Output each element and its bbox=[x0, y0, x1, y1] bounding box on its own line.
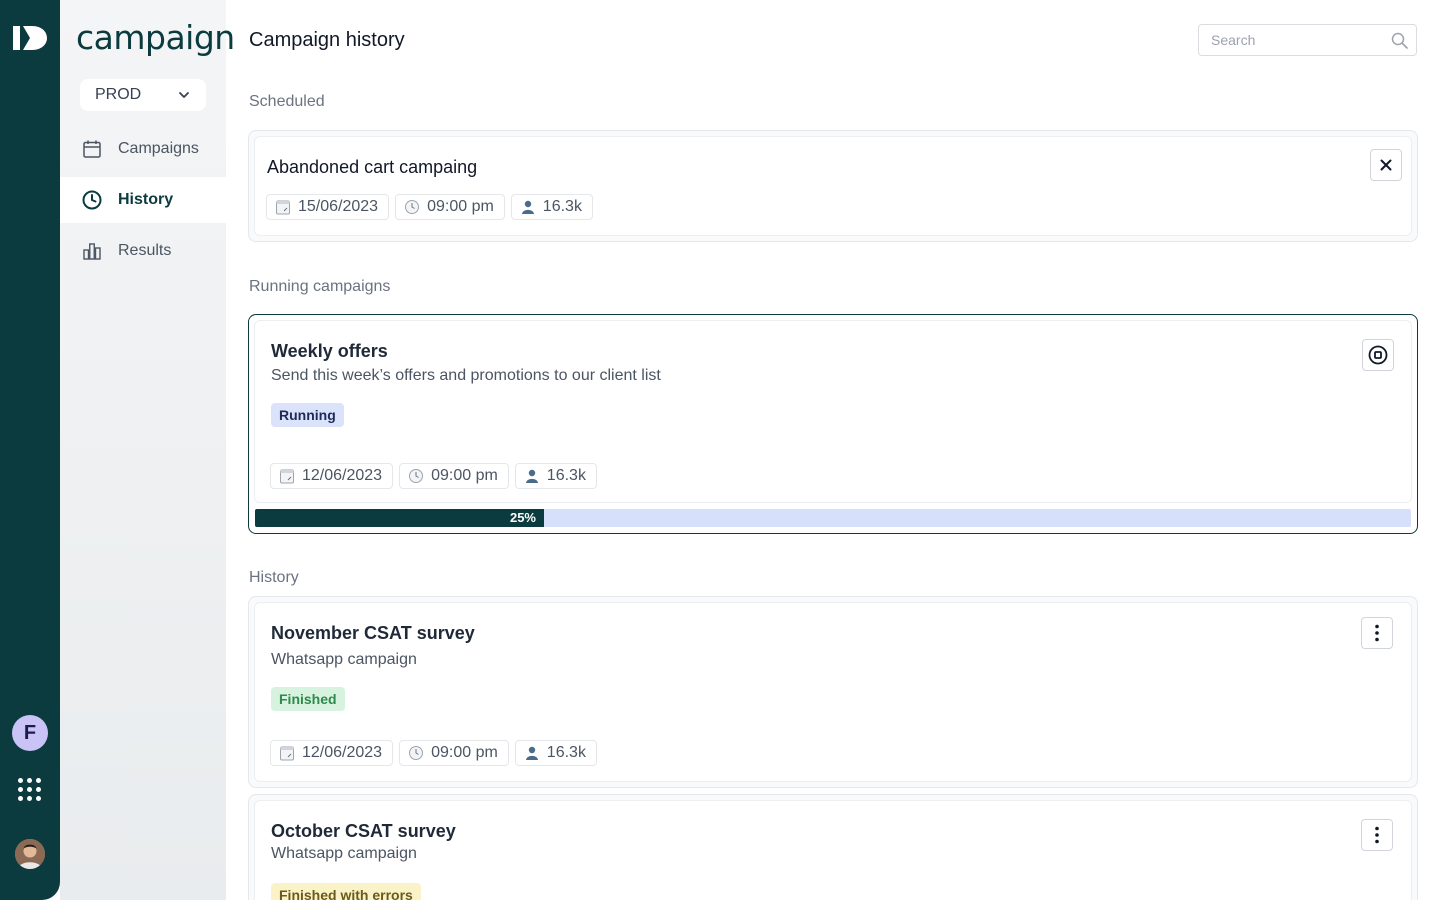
sidebar-item-history[interactable]: History bbox=[60, 177, 226, 223]
history-campaign-title: November CSAT survey bbox=[271, 623, 475, 643]
calendar-icon bbox=[276, 200, 290, 215]
running-card: Weekly offers Send this week’s offers an… bbox=[248, 314, 1418, 534]
scheduled-campaign-title: Abandoned cart campaing bbox=[267, 157, 478, 177]
running-meta: 12/06/2023 09:00 pm 16.3k bbox=[270, 463, 597, 489]
history-campaign-channel: Whatsapp campaign bbox=[271, 845, 417, 862]
clock-icon bbox=[405, 200, 420, 214]
scheduled-meta: 15/06/2023 09:00 pm 16.3k bbox=[266, 194, 593, 220]
main-content: Campaign history Scheduled Abandoned car… bbox=[226, 0, 1440, 900]
history-campaign-title: October CSAT survey bbox=[271, 821, 456, 841]
environment-value: PROD bbox=[95, 86, 142, 103]
status-badge: Running bbox=[271, 403, 344, 427]
audience-value: 16.3k bbox=[546, 744, 586, 761]
search-box[interactable] bbox=[1198, 24, 1417, 56]
date-chip: 12/06/2023 bbox=[270, 740, 394, 766]
brand-wordmark: campaign bbox=[76, 18, 235, 57]
user-avatar-initial[interactable]: F bbox=[12, 715, 48, 751]
logo-icon[interactable] bbox=[12, 24, 48, 52]
close-icon bbox=[1380, 159, 1392, 171]
more-options-button[interactable] bbox=[1361, 819, 1393, 851]
section-label-running: Running campaigns bbox=[249, 278, 391, 295]
app-rail: F bbox=[0, 0, 60, 900]
time-chip: 09:00 pm bbox=[399, 740, 509, 766]
history-card-inner: October CSAT survey Whatsapp campaign Fi… bbox=[254, 800, 1412, 900]
stop-icon bbox=[1368, 345, 1388, 365]
sidebar-item-label: Results bbox=[118, 242, 172, 259]
time-chip: 09:00 pm bbox=[395, 194, 505, 220]
date-chip: 15/06/2023 bbox=[266, 194, 390, 220]
sidebar-item-results[interactable]: Results bbox=[60, 228, 226, 274]
date-value: 12/06/2023 bbox=[302, 744, 383, 761]
history-card: October CSAT survey Whatsapp campaign Fi… bbox=[248, 794, 1418, 900]
running-campaign-title: Weekly offers bbox=[271, 341, 388, 361]
history-card: November CSAT survey Whatsapp campaign F… bbox=[248, 596, 1418, 788]
calendar-icon bbox=[83, 140, 101, 158]
user-icon bbox=[525, 469, 538, 483]
scheduled-card: Abandoned cart campaing 15/06/2023 09:00… bbox=[248, 130, 1418, 242]
history-meta: 12/06/2023 09:00 pm 16.3k bbox=[270, 740, 597, 766]
search-icon[interactable] bbox=[1391, 32, 1408, 49]
campaign-progress-bar: 25% bbox=[255, 509, 1411, 527]
audience-chip: 16.3k bbox=[510, 194, 593, 220]
clock-icon bbox=[409, 746, 424, 760]
running-card-inner: Weekly offers Send this week’s offers an… bbox=[254, 320, 1412, 503]
search-input[interactable] bbox=[1211, 25, 1391, 55]
date-value: 15/06/2023 bbox=[298, 198, 379, 215]
calendar-icon bbox=[280, 469, 294, 484]
running-campaign-description: Send this week’s offers and promotions t… bbox=[271, 367, 661, 384]
environment-select[interactable]: PROD bbox=[80, 79, 206, 111]
more-vertical-icon bbox=[1375, 826, 1379, 844]
audience-value: 16.3k bbox=[542, 198, 582, 215]
user-icon bbox=[525, 746, 538, 760]
sidebar-item-label: History bbox=[118, 191, 174, 208]
sidebar-item-label: Campaigns bbox=[118, 140, 199, 157]
status-badge: Finished with errors bbox=[271, 883, 421, 900]
date-value: 12/06/2023 bbox=[302, 467, 383, 484]
time-value: 09:00 pm bbox=[431, 467, 498, 484]
time-value: 09:00 pm bbox=[431, 744, 498, 761]
user-icon bbox=[521, 200, 534, 214]
more-vertical-icon bbox=[1375, 624, 1379, 642]
scheduled-card-inner: Abandoned cart campaing 15/06/2023 09:00… bbox=[254, 136, 1412, 236]
chevron-down-icon bbox=[179, 92, 189, 98]
user-photo-avatar[interactable] bbox=[15, 839, 45, 869]
cancel-scheduled-button[interactable] bbox=[1370, 149, 1402, 181]
page-title: Campaign history bbox=[249, 29, 405, 51]
sidebar-item-campaigns[interactable]: Campaigns bbox=[60, 126, 226, 172]
calendar-icon bbox=[280, 746, 294, 761]
audience-chip: 16.3k bbox=[514, 463, 597, 489]
date-chip: 12/06/2023 bbox=[270, 463, 394, 489]
progress-fill: 25% bbox=[255, 509, 544, 527]
bar-chart-icon bbox=[83, 243, 101, 260]
time-value: 09:00 pm bbox=[427, 198, 494, 215]
stop-campaign-button[interactable] bbox=[1362, 339, 1394, 371]
section-label-history: History bbox=[249, 569, 299, 586]
history-campaign-channel: Whatsapp campaign bbox=[271, 651, 417, 668]
audience-value: 16.3k bbox=[546, 467, 586, 484]
sidebar: campaign PROD Campaigns History Results bbox=[60, 0, 235, 900]
clock-icon bbox=[409, 469, 424, 483]
clock-icon bbox=[82, 190, 102, 210]
history-card-inner: November CSAT survey Whatsapp campaign F… bbox=[254, 602, 1412, 782]
status-badge: Finished bbox=[271, 687, 345, 711]
apps-grid-icon[interactable] bbox=[18, 778, 42, 802]
more-options-button[interactable] bbox=[1361, 617, 1393, 649]
section-label-scheduled: Scheduled bbox=[249, 93, 325, 110]
progress-label: 25% bbox=[509, 510, 536, 525]
time-chip: 09:00 pm bbox=[399, 463, 509, 489]
audience-chip: 16.3k bbox=[514, 740, 597, 766]
